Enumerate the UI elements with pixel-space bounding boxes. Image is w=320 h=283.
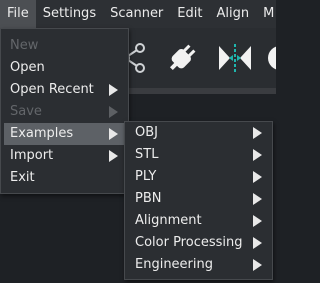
- menu-item-label: Examples: [10, 126, 74, 141]
- menu-item-new: New: [1, 35, 128, 57]
- menu-item-label: STL: [135, 147, 159, 162]
- file-menu: New Open Open Recent Save Examples Impor…: [0, 28, 129, 194]
- submenu-arrow-icon: [109, 150, 118, 162]
- submenu-arrow-icon: [109, 128, 118, 140]
- submenu-arrow-icon: [253, 149, 262, 161]
- submenu-item-alignment[interactable]: Alignment: [125, 210, 272, 232]
- menu-item-label: Color Processing: [135, 235, 243, 250]
- menu-item-import[interactable]: Import: [1, 145, 128, 167]
- submenu-item-color-processing[interactable]: Color Processing: [125, 232, 272, 254]
- menu-item-label: Import: [10, 148, 54, 163]
- menu-align[interactable]: Align: [209, 0, 256, 28]
- menu-item-save: Save: [1, 101, 128, 123]
- menu-item-label: PBN: [135, 191, 162, 206]
- menu-item-label: OBJ: [135, 125, 158, 140]
- menu-scanner[interactable]: Scanner: [103, 0, 170, 28]
- menu-item-label: Engineering: [135, 257, 213, 272]
- submenu-item-obj[interactable]: OBJ: [125, 122, 272, 144]
- menubar: File Settings Scanner Edit Align M: [0, 0, 276, 28]
- menu-item-label: New: [10, 38, 39, 53]
- menu-item-open-recent[interactable]: Open Recent: [1, 79, 128, 101]
- menu-item-label: Save: [10, 104, 42, 119]
- menu-item-label: Open Recent: [10, 82, 94, 97]
- menu-item-label: Open: [10, 60, 45, 75]
- submenu-item-pbn[interactable]: PBN: [125, 188, 272, 210]
- menu-settings[interactable]: Settings: [36, 0, 103, 28]
- submenu-arrow-icon: [253, 215, 262, 227]
- submenu-arrow-icon: [253, 237, 262, 249]
- menu-item-label: Alignment: [135, 213, 202, 228]
- submenu-arrow-icon: [109, 84, 118, 96]
- submenu-arrow-icon: [109, 106, 118, 118]
- menu-file[interactable]: File: [0, 0, 36, 28]
- submenu-item-stl[interactable]: STL: [125, 144, 272, 166]
- menu-item-label: PLY: [135, 169, 157, 184]
- menu-edit[interactable]: Edit: [170, 0, 209, 28]
- align-icon[interactable]: [216, 40, 254, 76]
- menu-item-label: Exit: [10, 170, 35, 185]
- submenu-arrow-icon: [253, 171, 262, 183]
- menu-item-exit[interactable]: Exit: [1, 167, 128, 189]
- menu-item-examples[interactable]: Examples: [4, 123, 125, 145]
- menu-more[interactable]: M: [256, 0, 281, 28]
- submenu-arrow-icon: [253, 259, 262, 271]
- plug-icon[interactable]: [164, 40, 200, 76]
- submenu-item-engineering[interactable]: Engineering: [125, 254, 272, 276]
- menu-item-open[interactable]: Open: [1, 57, 128, 79]
- submenu-item-ply[interactable]: PLY: [125, 166, 272, 188]
- examples-submenu: OBJ STL PLY PBN Alignment Color Processi…: [124, 121, 273, 280]
- submenu-arrow-icon: [253, 193, 262, 205]
- circle-tool-icon[interactable]: [266, 40, 276, 76]
- submenu-arrow-icon: [253, 127, 262, 139]
